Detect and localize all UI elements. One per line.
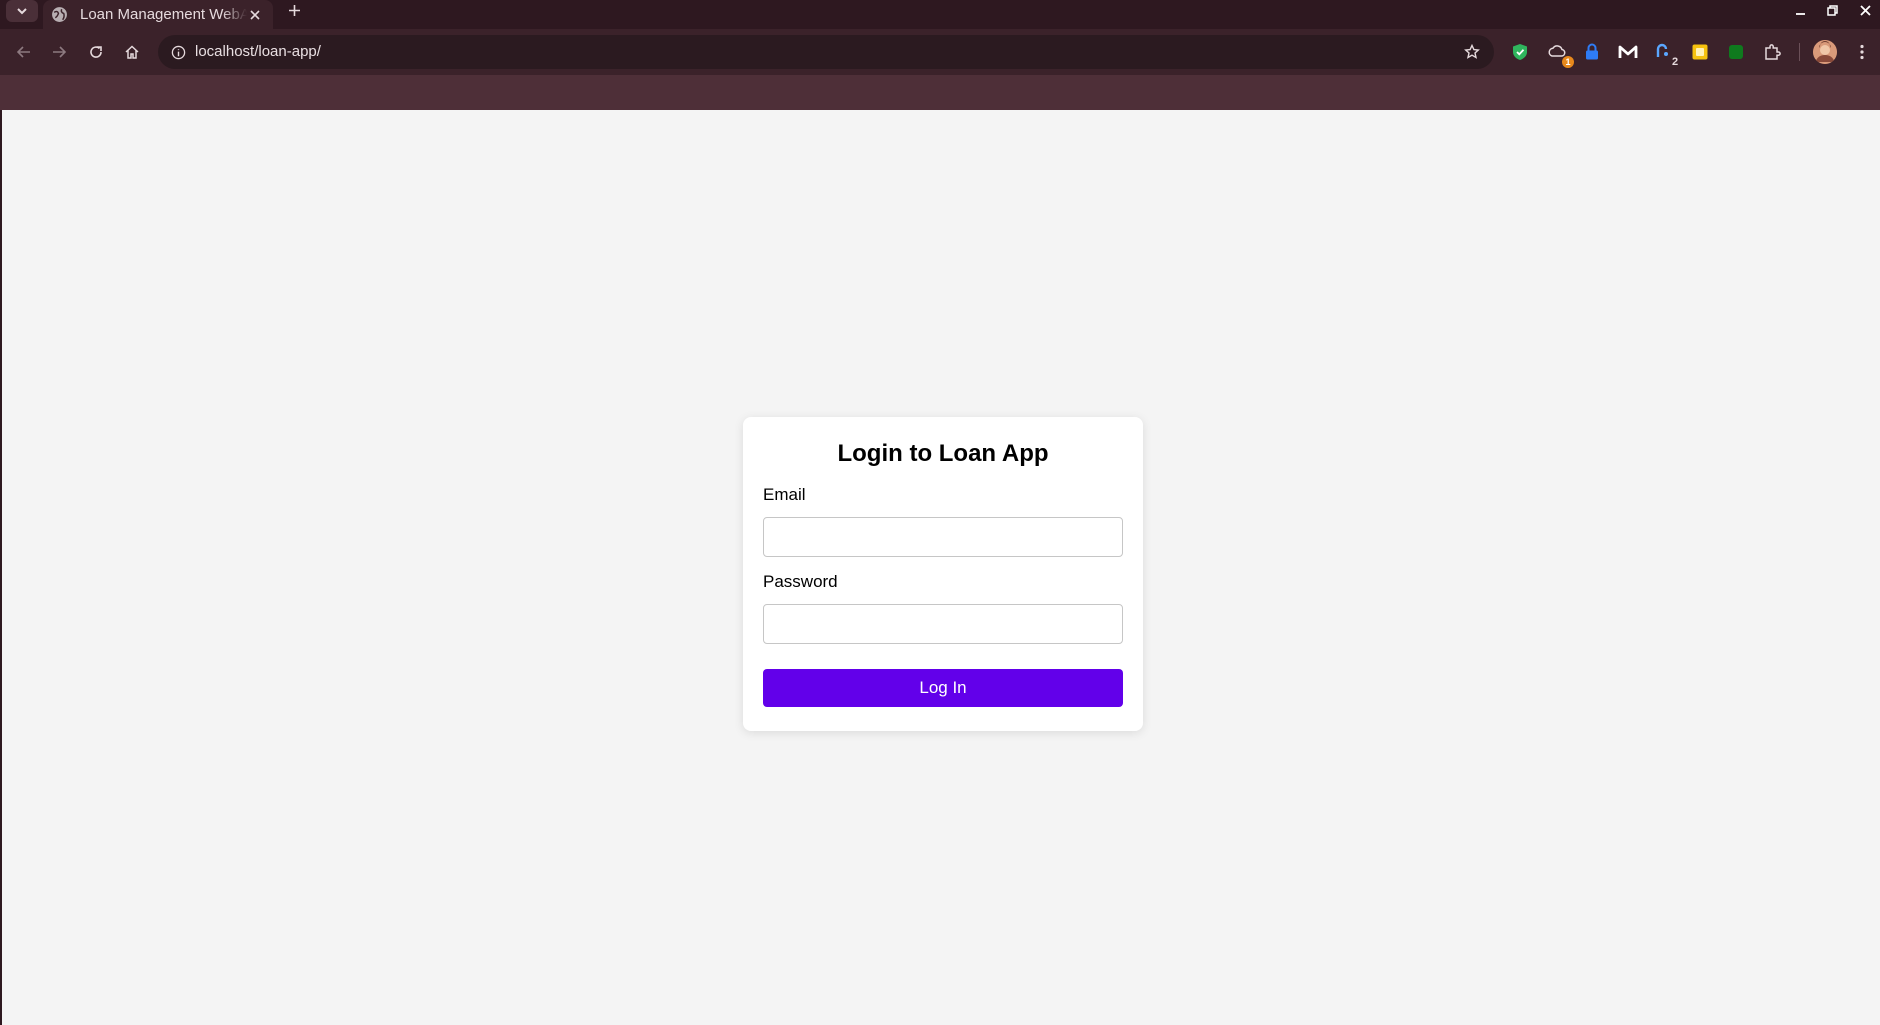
chevron-down-icon xyxy=(17,8,27,15)
tab-close-icon[interactable] xyxy=(247,7,263,23)
reload-button[interactable] xyxy=(82,38,110,66)
bookmark-star-icon[interactable] xyxy=(1462,42,1482,62)
extension-badge: 2 xyxy=(1671,56,1679,68)
lock-extension-icon[interactable] xyxy=(1580,40,1604,64)
password-input[interactable] xyxy=(763,604,1123,644)
address-bar[interactable]: localhost/loan-app/ xyxy=(158,35,1494,69)
browser-toolbar: localhost/loan-app/ 1 2 xyxy=(0,29,1880,75)
new-tab-button[interactable] xyxy=(282,0,306,20)
login-button[interactable]: Log In xyxy=(763,669,1123,707)
site-info-icon[interactable] xyxy=(168,42,188,62)
puzzle-extensions-icon[interactable] xyxy=(1760,40,1784,64)
arrow-right-icon xyxy=(53,46,67,58)
kebab-menu-icon xyxy=(1860,44,1864,60)
email-label: Email xyxy=(763,485,806,504)
close-window-button[interactable] xyxy=(1852,0,1878,20)
avatar-icon xyxy=(1813,40,1837,64)
arrow-left-icon xyxy=(16,46,30,58)
browser-menu-button[interactable] xyxy=(1848,38,1876,66)
login-title: Login to Loan App xyxy=(837,440,1049,467)
email-input[interactable] xyxy=(763,517,1123,557)
restore-window-button[interactable] xyxy=(1819,0,1845,20)
toolbar-divider xyxy=(1799,43,1800,61)
reload-icon xyxy=(90,46,102,58)
m-extension-icon[interactable] xyxy=(1616,40,1640,64)
number-extension-icon[interactable]: 2 xyxy=(1652,40,1678,68)
minimize-icon xyxy=(1795,12,1805,15)
back-button[interactable] xyxy=(10,38,38,66)
tab-title: Loan Management WebApp xyxy=(80,6,248,23)
shield-extension-icon[interactable] xyxy=(1508,40,1532,64)
browser-tab-active[interactable]: Loan Management WebApp xyxy=(43,0,273,29)
tab-search-button[interactable] xyxy=(6,0,38,22)
minimize-window-button[interactable] xyxy=(1787,0,1813,20)
extension-badge: 1 xyxy=(1562,56,1574,68)
profile-avatar[interactable] xyxy=(1813,40,1837,64)
green-square-extension-icon[interactable] xyxy=(1724,40,1748,64)
browser-chrome: Loan Management WebApp xyxy=(0,0,1880,110)
home-button[interactable] xyxy=(118,38,146,66)
note-extension-icon[interactable] xyxy=(1688,40,1712,64)
globe-icon xyxy=(52,7,67,22)
tab-strip: Loan Management WebApp xyxy=(0,0,1880,29)
plus-icon xyxy=(288,4,300,16)
password-label: Password xyxy=(763,572,838,591)
viewport-edge xyxy=(0,110,2,1025)
page-viewport: Login to Loan App Email Password Log In xyxy=(0,110,1880,1025)
login-card: Login to Loan App Email Password Log In xyxy=(743,417,1143,731)
restore-icon xyxy=(1826,4,1838,16)
close-icon xyxy=(1859,4,1871,16)
address-url: localhost/loan-app/ xyxy=(195,43,321,60)
forward-button[interactable] xyxy=(45,38,73,66)
weather-extension-icon[interactable]: 1 xyxy=(1545,40,1574,68)
home-icon xyxy=(125,45,139,59)
